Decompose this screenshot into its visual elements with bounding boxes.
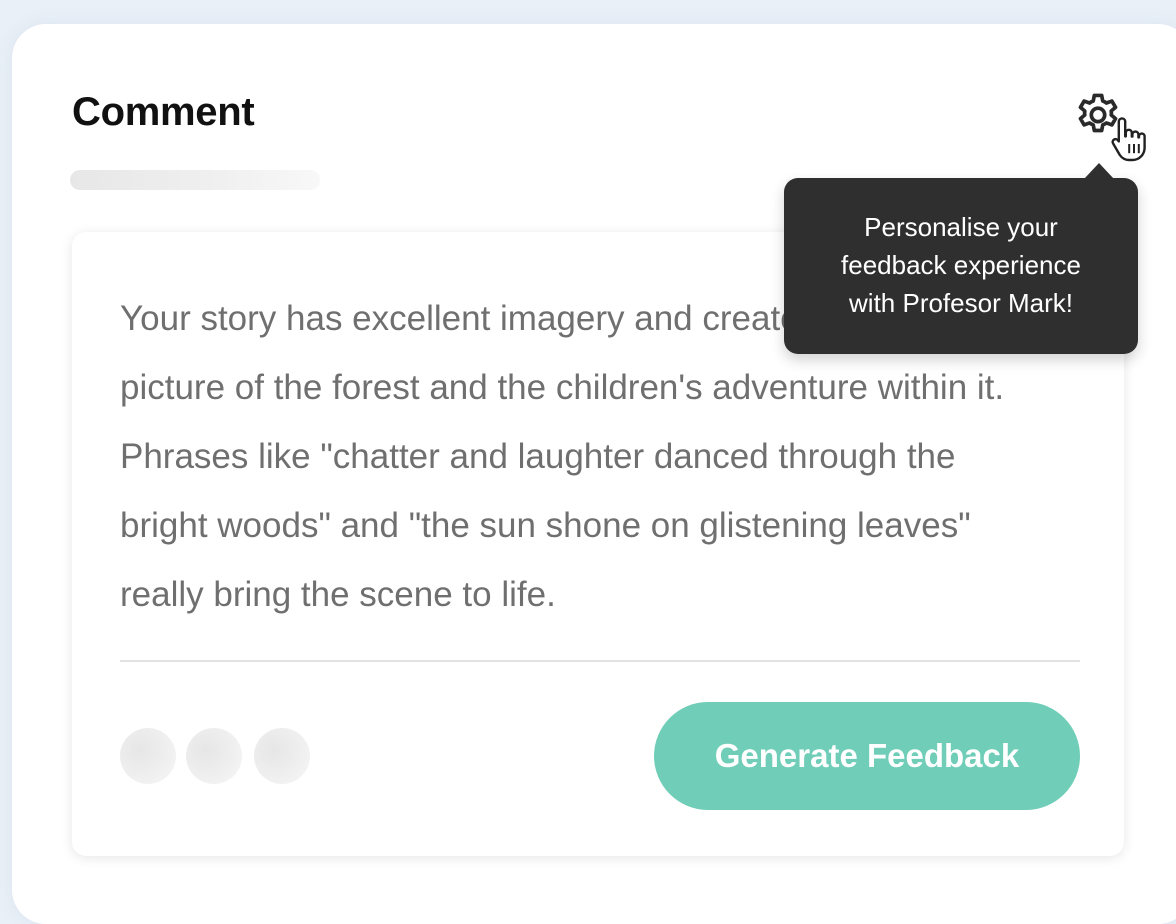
tooltip-line: Personalise your xyxy=(864,212,1058,242)
avatar-placeholder xyxy=(254,728,310,784)
panel-title: Comment xyxy=(72,90,255,134)
hand-pointer-icon xyxy=(1111,117,1146,162)
divider xyxy=(120,660,1080,662)
tooltip-line: feedback experience xyxy=(841,250,1081,280)
comment-panel: Comment Personalise your feedback experi… xyxy=(12,24,1176,924)
tooltip-line: with Profesor Mark! xyxy=(849,288,1073,318)
avatar-placeholder xyxy=(120,728,176,784)
generate-feedback-button[interactable]: Generate Feedback xyxy=(654,702,1080,810)
subtitle-placeholder xyxy=(70,170,320,190)
settings-tooltip: Personalise your feedback experience wit… xyxy=(784,163,1138,354)
avatar-placeholder xyxy=(186,728,242,784)
